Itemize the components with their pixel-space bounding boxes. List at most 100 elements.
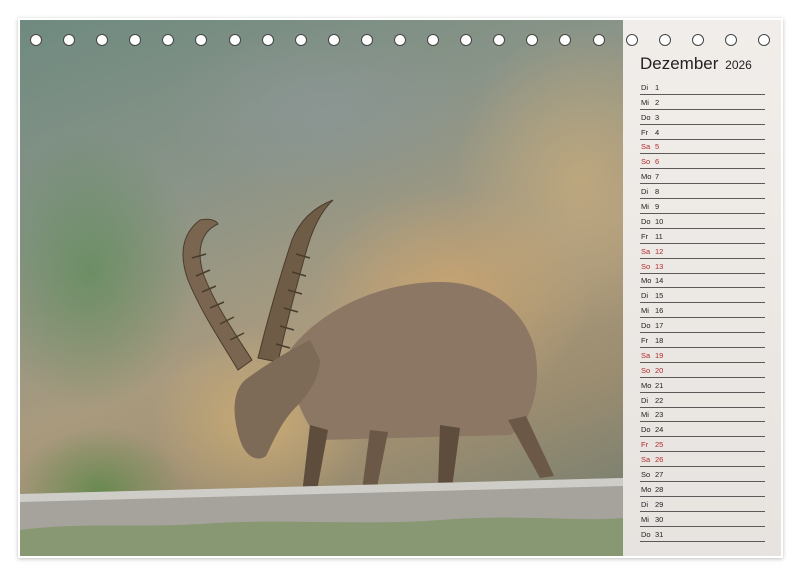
day-row: Fr 4 <box>640 125 765 140</box>
day-row: Fr 18 <box>640 333 765 349</box>
weekday-label: So <box>641 470 651 480</box>
day-row: Do 24 <box>640 422 765 438</box>
binding-hole <box>460 34 473 46</box>
day-row: So 13 <box>640 259 765 274</box>
day-row: Di 8 <box>640 184 765 200</box>
day-number: 11 <box>655 231 663 241</box>
binding-hole <box>724 34 737 46</box>
binding-hole <box>162 34 175 46</box>
day-number: 13 <box>655 261 664 271</box>
weekday-label: Fr <box>641 336 649 346</box>
binding-hole <box>691 34 704 46</box>
binding-hole <box>360 34 373 46</box>
day-row: Mi 16 <box>640 303 765 319</box>
day-row: Sa 26 <box>640 452 765 468</box>
weekday-label: Do <box>641 321 651 331</box>
day-number: 30 <box>655 514 664 524</box>
day-number: 14 <box>655 276 664 286</box>
binding-hole <box>30 34 42 46</box>
weekday-label: Di <box>641 499 649 509</box>
binding-hole <box>195 34 208 46</box>
weekday-label: Sa <box>641 350 651 360</box>
ibex-leg <box>508 416 554 478</box>
day-number: 31 <box>655 529 664 539</box>
day-number: 6 <box>655 157 660 167</box>
weekday-label: Do <box>641 112 651 122</box>
weekday-label: Mi <box>641 202 649 212</box>
day-row: Do 3 <box>640 110 765 125</box>
day-row: Di 22 <box>640 393 765 408</box>
binding-hole <box>625 34 638 46</box>
day-row: Mo 28 <box>640 482 765 497</box>
weekday-label: Do <box>641 425 651 435</box>
day-number: 8 <box>655 187 660 197</box>
month-name: Dezember <box>640 54 719 73</box>
weekday-label: So <box>641 157 651 167</box>
binding-hole <box>294 34 307 46</box>
day-number: 20 <box>655 365 664 375</box>
day-number: 25 <box>655 440 664 450</box>
day-number: 15 <box>655 291 664 301</box>
day-row: Mo 7 <box>640 169 765 185</box>
weekday-label: Do <box>641 216 651 226</box>
ibex-body <box>289 282 538 440</box>
binding-hole <box>658 34 671 46</box>
weekday-label: Di <box>641 187 649 197</box>
day-row: Do 31 <box>640 527 765 542</box>
day-number: 19 <box>655 350 664 360</box>
weekday-label: Do <box>641 529 651 539</box>
day-number: 9 <box>655 202 660 212</box>
binding-holes <box>30 34 770 50</box>
weekday-label: Mi <box>641 97 649 107</box>
day-number: 2 <box>655 97 660 107</box>
day-number: 23 <box>655 410 664 420</box>
day-row: Do 10 <box>640 214 765 229</box>
day-row: Mo 14 <box>640 274 765 289</box>
weekday-label: Sa <box>641 142 651 152</box>
day-number: 17 <box>655 321 664 331</box>
binding-hole <box>493 34 506 46</box>
day-row: Fr 11 <box>640 229 765 244</box>
day-number: 29 <box>655 499 664 509</box>
binding-hole <box>592 34 605 46</box>
day-number: 12 <box>655 246 664 256</box>
weekday-label: Mo <box>641 484 652 494</box>
day-number: 10 <box>655 216 664 226</box>
binding-hole <box>228 34 241 46</box>
day-row: Sa 12 <box>640 244 765 259</box>
day-number: 18 <box>655 336 664 346</box>
day-row: Sa 19 <box>640 348 765 363</box>
weekday-label: Mo <box>641 276 652 286</box>
binding-hole <box>63 34 76 46</box>
month-title: Dezember 2026 <box>640 54 752 74</box>
day-row: So 27 <box>640 467 765 483</box>
weekday-label: Mi <box>641 514 649 524</box>
day-row: Mi 23 <box>640 408 765 423</box>
day-number: 21 <box>655 380 664 390</box>
ibex-illustration <box>182 199 554 496</box>
day-number: 22 <box>655 395 664 405</box>
day-number: 3 <box>655 112 660 122</box>
binding-hole <box>526 34 539 46</box>
weekday-label: Sa <box>641 246 651 256</box>
binding-hole <box>394 34 406 46</box>
weekday-label: Mo <box>641 380 652 390</box>
day-number: 5 <box>655 142 660 152</box>
year: 2026 <box>725 58 752 72</box>
binding-hole <box>758 34 770 46</box>
weekday-label: Mo <box>641 172 652 182</box>
day-row: So 20 <box>640 363 765 378</box>
day-row: Do 17 <box>640 318 765 334</box>
binding-hole <box>129 34 142 46</box>
weekday-label: Fr <box>641 127 649 137</box>
day-row: Mi 2 <box>640 95 765 110</box>
weekday-label: Sa <box>641 455 651 465</box>
day-number: 24 <box>655 425 664 435</box>
weekday-label: Di <box>641 82 649 92</box>
binding-hole <box>96 34 109 46</box>
day-row: Di 1 <box>640 80 765 95</box>
weekday-label: So <box>641 365 651 375</box>
day-row: So 6 <box>640 154 765 170</box>
day-list: Di 1 Mi 2 Do 3 Fr 4 Sa 5 So 6 Mo 7 Di 8 Mi 9 Do 10 Fr 11 Sa 12 S… <box>640 80 765 542</box>
day-number: 16 <box>655 306 664 316</box>
